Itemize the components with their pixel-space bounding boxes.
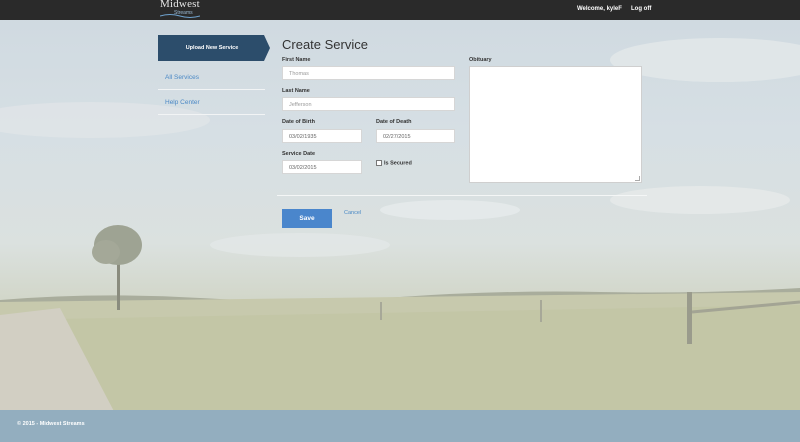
logo-text: Midwest [160, 0, 200, 10]
sidebar-item-all-services[interactable]: All Services [158, 67, 265, 90]
page-footer: © 2015 - Midwest Streams [0, 410, 800, 442]
service-date-label: Service Date [282, 151, 316, 157]
first-name-input[interactable]: Thomas [282, 66, 455, 80]
brand-logo[interactable]: Midwest Streams [160, 0, 200, 20]
obituary-textarea[interactable] [469, 66, 642, 183]
obituary-label: Obituary [469, 57, 492, 63]
is-secured-label: Is Secured [384, 160, 412, 167]
last-name-input[interactable]: Jefferson [282, 97, 455, 111]
date-of-death-label: Date of Death [376, 119, 412, 125]
page-title: Create Service [282, 37, 368, 52]
date-of-birth-input[interactable]: 03/02/1935 [282, 129, 362, 143]
sidebar-item-label: Upload New Service [185, 45, 239, 51]
is-secured-checkbox[interactable]: Is Secured [376, 160, 412, 166]
cancel-link[interactable]: Cancel [344, 210, 361, 216]
resize-handle-icon[interactable] [635, 176, 640, 181]
service-date-input[interactable]: 03/02/2015 [282, 160, 362, 174]
checkbox-box[interactable] [376, 160, 382, 166]
last-name-label: Last Name [282, 88, 310, 94]
logo-wave-icon [160, 14, 200, 18]
date-of-death-input[interactable]: 02/27/2015 [376, 129, 455, 143]
first-name-label: First Name [282, 57, 311, 63]
sidebar-item-label: All Services [165, 74, 199, 81]
sidebar-item-label: Help Center [165, 99, 200, 106]
date-of-birth-label: Date of Birth [282, 119, 315, 125]
welcome-user-link[interactable]: Welcome, kyleF [577, 6, 622, 12]
sidebar-item-help-center[interactable]: Help Center [158, 92, 265, 115]
form-divider [277, 195, 647, 196]
logoff-link[interactable]: Log off [631, 6, 651, 12]
top-navbar: Midwest Streams Welcome, kyleF Log off [0, 0, 800, 20]
footer-copyright: © 2015 - Midwest Streams [17, 421, 85, 427]
save-button[interactable]: Save [282, 209, 332, 228]
sidebar-item-upload-new-service[interactable]: Upload New Service [158, 35, 270, 61]
